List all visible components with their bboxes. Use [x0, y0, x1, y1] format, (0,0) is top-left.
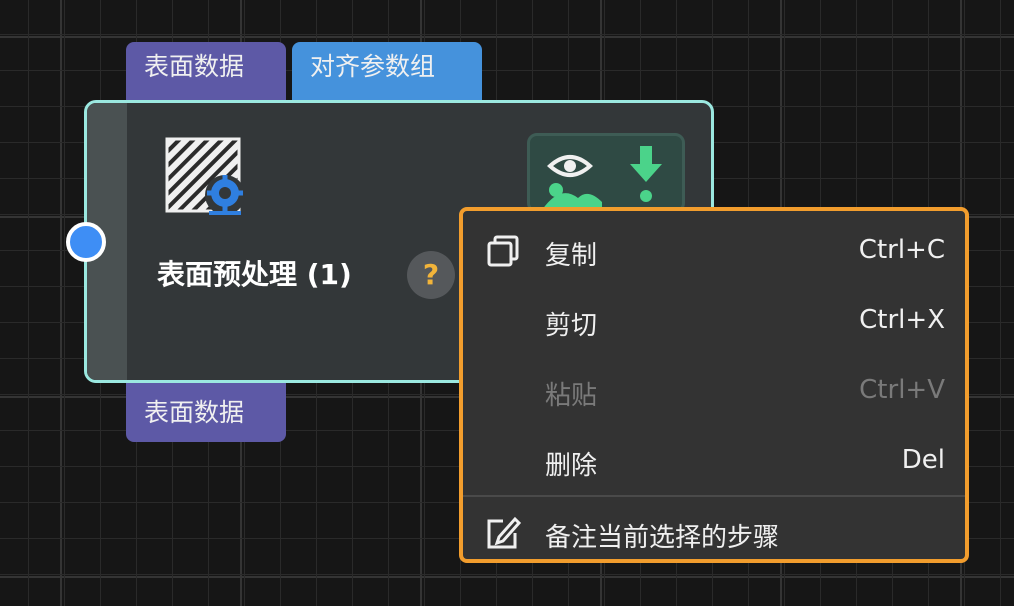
menu-item-add-note[interactable]: 备注当前选择的步骤	[463, 497, 965, 567]
menu-item-paste: 粘贴 Ctrl+V	[463, 355, 965, 425]
help-icon[interactable]: ?	[407, 251, 455, 299]
input-connection-port[interactable]	[66, 222, 106, 262]
menu-item-label: 复制	[545, 241, 598, 271]
menu-item-cut[interactable]: 剪切 Ctrl+X	[463, 285, 965, 355]
node-title: 表面预处理 (1)	[157, 258, 352, 291]
menu-item-shortcut: Ctrl+C	[858, 235, 945, 265]
surface-gear-icon	[165, 137, 245, 215]
menu-item-copy[interactable]: 复制 Ctrl+C	[463, 215, 965, 285]
menu-item-label: 删除	[545, 451, 598, 481]
view-result-toggle[interactable]	[527, 133, 685, 213]
context-menu: 复制 Ctrl+C 剪切 Ctrl+X 粘贴 Ctrl+V 删除 Del 备注当…	[459, 207, 969, 563]
menu-item-shortcut: Ctrl+V	[859, 375, 945, 405]
eye-landscape-icon	[542, 155, 602, 210]
menu-item-delete[interactable]: 删除 Del	[463, 425, 965, 495]
menu-item-label: 备注当前选择的步骤	[545, 523, 780, 553]
menu-item-label: 剪切	[545, 311, 598, 341]
download-arrow-icon	[630, 146, 662, 202]
menu-item-shortcut: Ctrl+X	[859, 305, 945, 335]
menu-item-shortcut: Del	[901, 445, 945, 475]
output-port-label-surface-data: 表面数据	[126, 380, 286, 442]
input-port-label-surface-data: 表面数据	[126, 42, 286, 104]
input-port-label-alignment-params: 对齐参数组	[292, 42, 482, 104]
menu-item-label: 粘贴	[545, 381, 598, 411]
copy-icon	[487, 235, 519, 267]
edit-note-icon	[487, 516, 521, 549]
